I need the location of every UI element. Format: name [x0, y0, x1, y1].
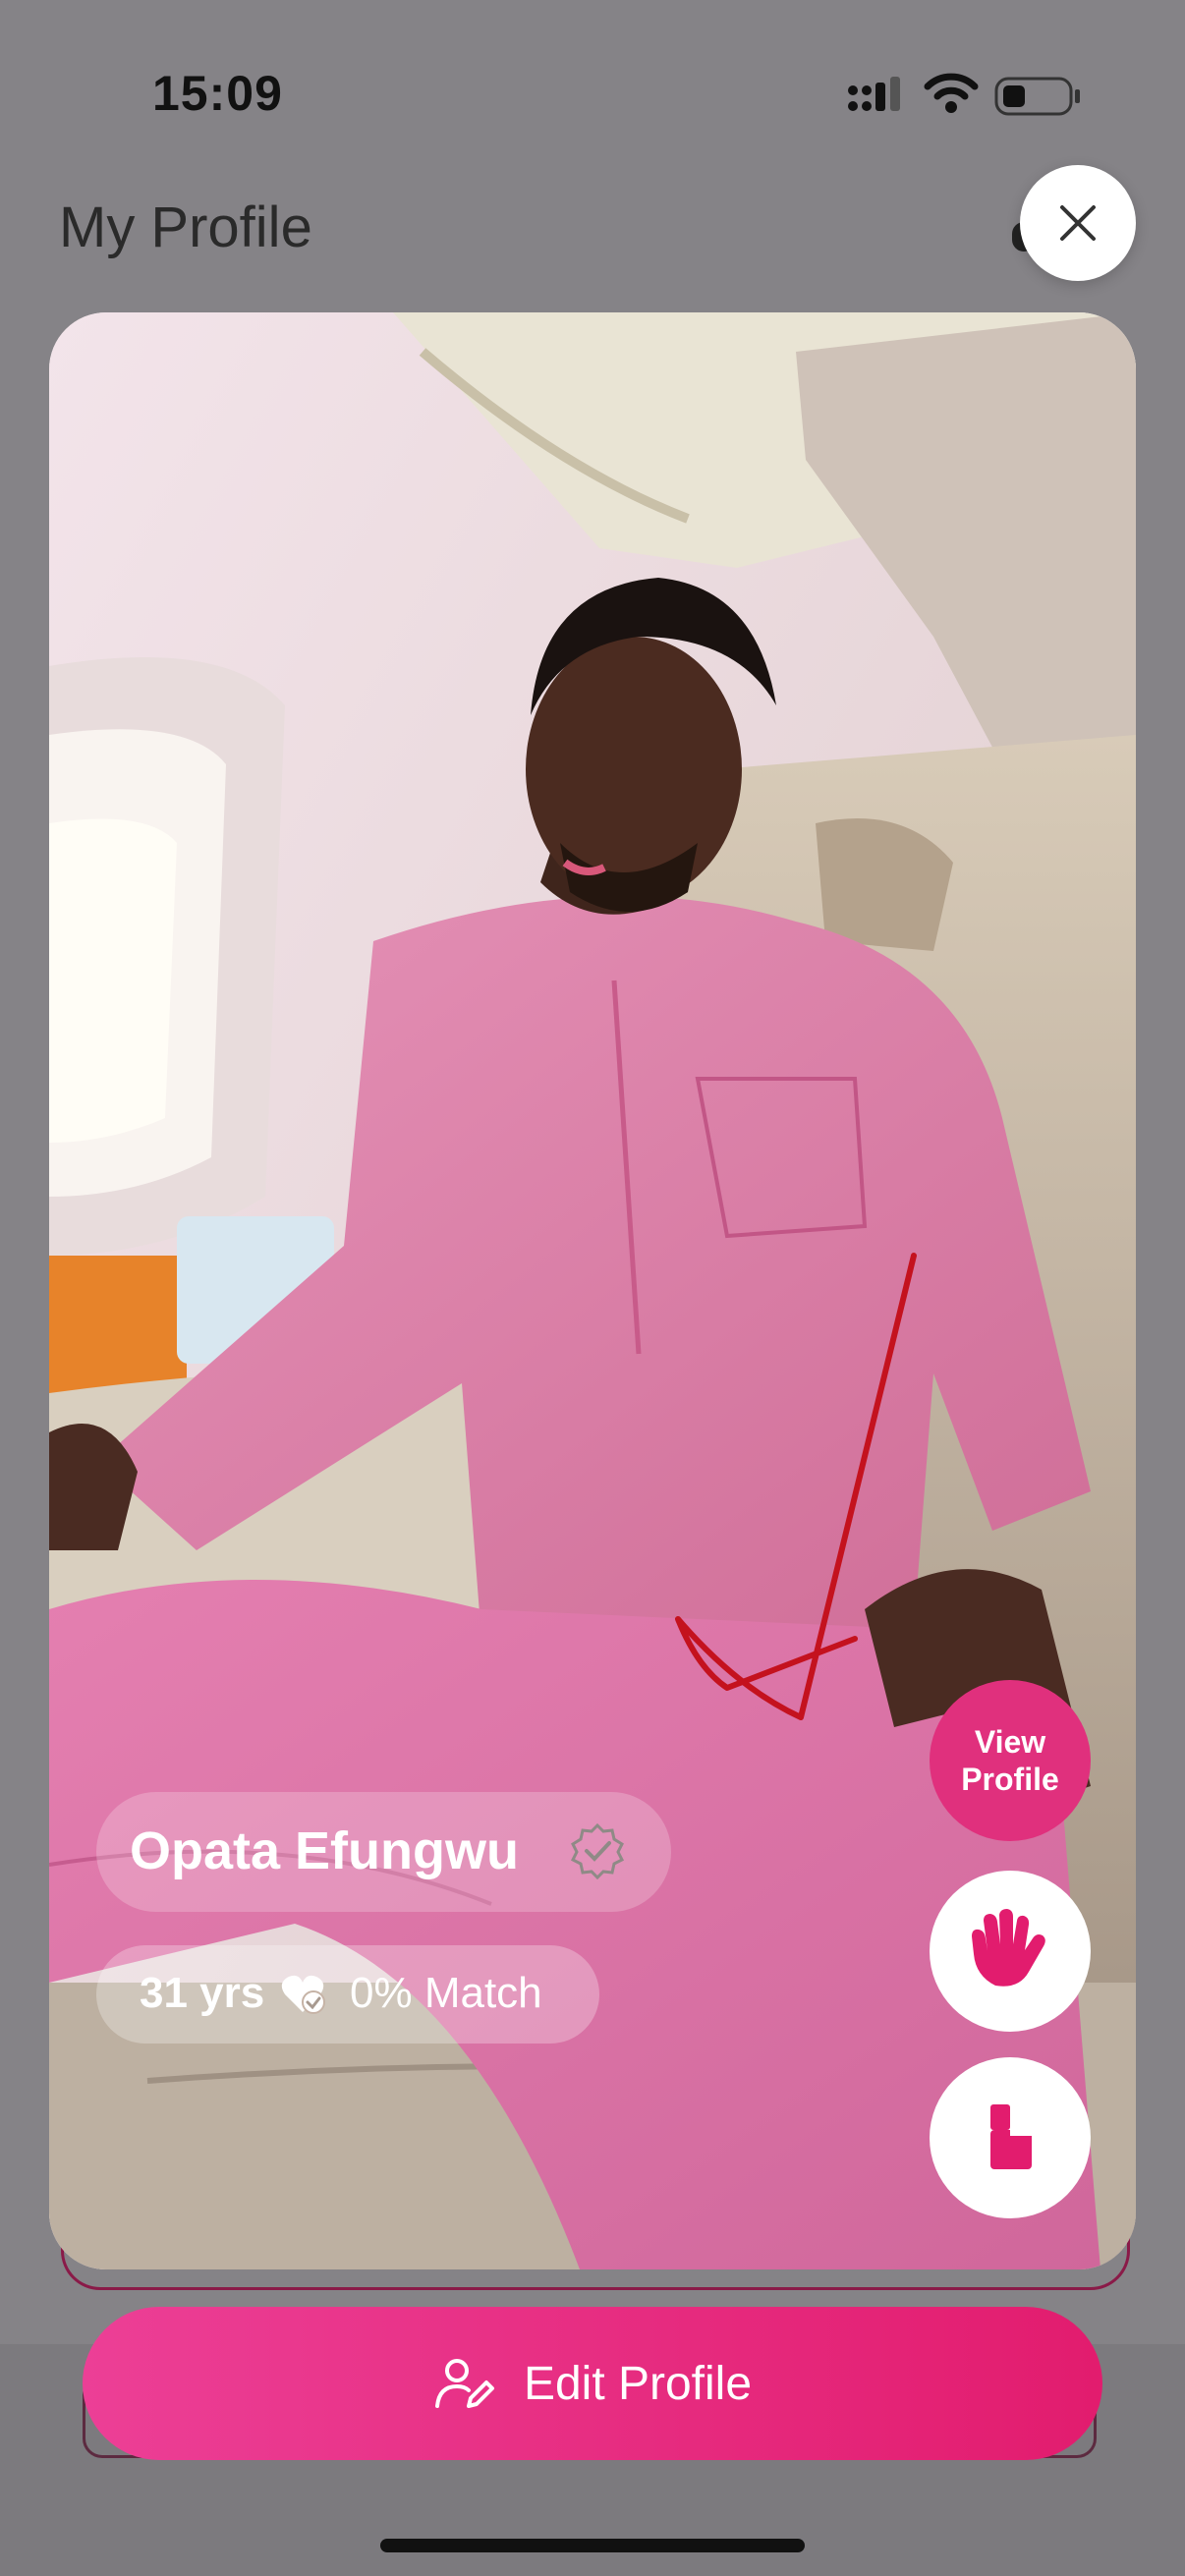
verified-badge-icon — [570, 1822, 625, 1880]
view-profile-label-line2: Profile — [961, 1762, 1059, 1797]
block-icon — [990, 2104, 1032, 2169]
battery-icon — [994, 77, 1080, 116]
wifi-icon — [924, 73, 979, 113]
heart-check-icon — [281, 1975, 325, 2014]
waving-hand-icon — [972, 1909, 1045, 1987]
edit-profile-label: Edit Profile — [523, 2357, 753, 2410]
profile-photo-card[interactable]: Opata Efungwu 31 yrs 0% Match View Profi… — [49, 312, 1136, 2269]
home-indicator[interactable] — [380, 2539, 805, 2552]
view-profile-button[interactable]: View Profile — [930, 1680, 1091, 1841]
match-percentage: 0% Match — [350, 1969, 542, 2017]
cellular-signal-icon — [848, 77, 900, 111]
user-edit-icon — [433, 2357, 496, 2410]
profile-name: Opata Efungwu — [130, 1821, 519, 1880]
page-title: My Profile — [59, 196, 312, 259]
status-bar: 15:09 — [0, 0, 1185, 177]
status-time: 15:09 — [152, 66, 283, 121]
close-button[interactable] — [1020, 165, 1136, 281]
edit-profile-button[interactable]: Edit Profile — [83, 2307, 1102, 2460]
wave-button[interactable] — [930, 1871, 1091, 2032]
profile-age: 31 yrs — [140, 1969, 265, 2017]
block-button[interactable] — [930, 2057, 1091, 2218]
close-icon — [1060, 205, 1096, 241]
view-profile-label-line1: View — [974, 1724, 1046, 1760]
